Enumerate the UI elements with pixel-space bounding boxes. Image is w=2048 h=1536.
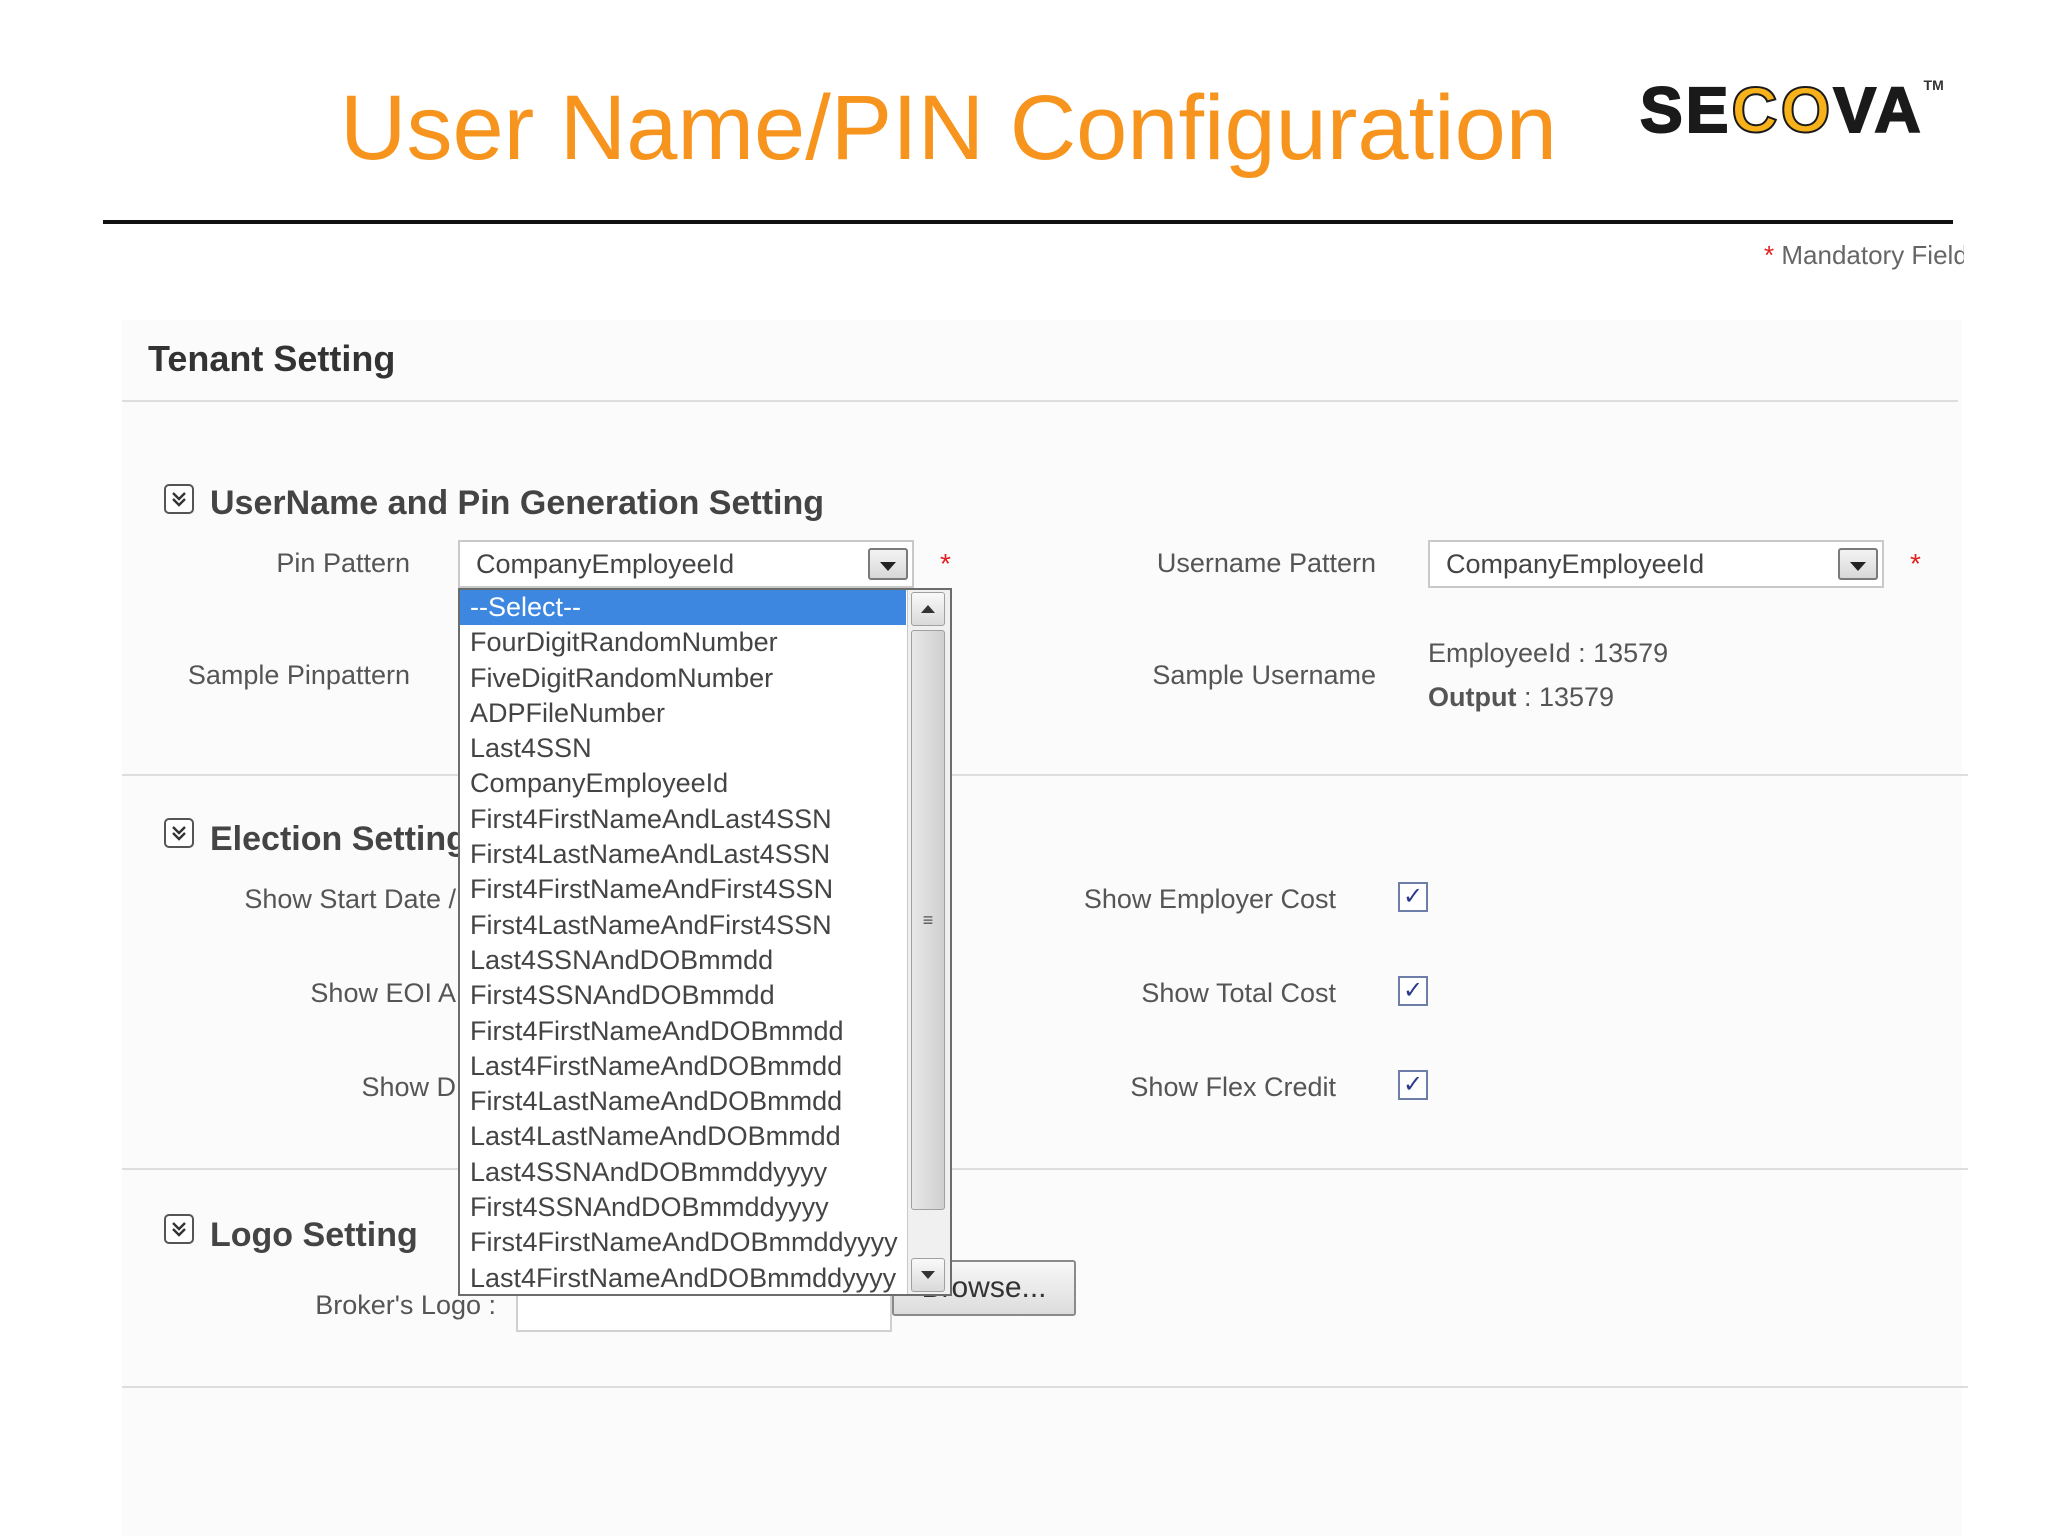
title-divider — [103, 220, 1953, 224]
dropdown-option[interactable]: First4SSNAndDOBmmddyyyy — [460, 1190, 906, 1225]
secova-logo: SECOVATM — [1639, 77, 1944, 143]
pin-pattern-select[interactable]: CompanyEmployeeId — [458, 540, 914, 588]
show-employer-cost-label: Show Employer Cost — [1083, 884, 1336, 914]
checkmark-icon: ✓ — [1402, 977, 1424, 1004]
show-total-cost-label: Show Total Cost — [1141, 978, 1336, 1008]
scroll-down-arrow-icon[interactable] — [911, 1258, 945, 1292]
logo-section-divider — [122, 1386, 1968, 1388]
sample-username-label: Sample Username — [1152, 660, 1376, 690]
sample-employee-id: EmployeeId : 13579 — [1428, 638, 1668, 669]
logo-section-title: Logo Setting — [210, 1216, 418, 1254]
show-eoi-label: Show EOI A — [310, 978, 456, 1008]
chevron-down-icon[interactable] — [1838, 548, 1878, 580]
show-d-label: Show D — [361, 1072, 456, 1102]
dropdown-option[interactable]: FourDigitRandomNumber — [460, 625, 906, 660]
dropdown-option[interactable]: Last4LastNameAndDOBmmdd — [460, 1119, 906, 1154]
employee-id-label: EmployeeId — [1428, 638, 1571, 668]
scroll-grip-icon: ≡ — [922, 909, 934, 930]
sample-output: Output : 13579 — [1428, 682, 1614, 713]
username-pattern-label: Username Pattern — [1156, 548, 1376, 578]
checkmark-icon: ✓ — [1402, 1071, 1424, 1098]
chevron-double-down-icon[interactable] — [164, 1214, 194, 1244]
dropdown-option[interactable]: Last4FirstNameAndDOBmmddyyyy — [460, 1261, 906, 1294]
tenant-setting-heading: Tenant Setting — [148, 338, 396, 379]
dropdown-option[interactable]: Last4SSNAndDOBmmdd — [460, 943, 906, 978]
dropdown-option[interactable]: CompanyEmployeeId — [460, 766, 906, 801]
dropdown-option[interactable]: Last4SSNAndDOBmmddyyyy — [460, 1155, 906, 1190]
dropdown-option[interactable]: First4FirstNameAndDOBmmdd — [460, 1014, 906, 1049]
dropdown-option[interactable]: First4FirstNameAndFirst4SSN — [460, 872, 906, 907]
checkmark-icon: ✓ — [1402, 883, 1424, 910]
employee-id-value: 13579 — [1593, 638, 1669, 668]
username-pin-section-title: UserName and Pin Generation Setting — [210, 484, 825, 522]
show-employer-cost-checkbox[interactable]: ✓ — [1398, 882, 1428, 912]
dropdown-option[interactable]: First4LastNameAndDOBmmdd — [460, 1084, 906, 1119]
dropdown-option[interactable]: First4FirstNameAndLast4SSN — [460, 802, 906, 837]
dropdown-option[interactable]: First4LastNameAndFirst4SSN — [460, 908, 906, 943]
employee-id-sep: : — [1570, 638, 1594, 668]
scroll-up-arrow-icon[interactable] — [911, 592, 945, 626]
mandatory-text: Mandatory Field — [1781, 240, 1964, 270]
username-pattern-value: CompanyEmployeeId — [1446, 548, 1705, 579]
dropdown-option[interactable]: Last4SSN — [460, 731, 906, 766]
tenant-divider — [122, 400, 1958, 402]
show-flex-credit-label: Show Flex Credit — [1130, 1072, 1336, 1102]
show-flex-credit-checkbox[interactable]: ✓ — [1398, 1070, 1428, 1100]
logo-text-part3: VA — [1832, 74, 1924, 146]
slide-title: User Name/PIN Configuration — [340, 77, 1557, 179]
chevron-double-down-icon[interactable] — [164, 818, 194, 848]
dropdown-option[interactable]: ADPFileNumber — [460, 696, 906, 731]
logo-trademark: TM — [1923, 77, 1944, 93]
mandatory-field-note: * Mandatory Field — [1764, 240, 1964, 271]
show-start-date-label: Show Start Date / — [244, 884, 456, 914]
pin-pattern-value: CompanyEmployeeId — [476, 548, 735, 579]
brokers-logo-file-input[interactable] — [516, 1292, 892, 1332]
username-pattern-select[interactable]: CompanyEmployeeId — [1428, 540, 1884, 588]
dropdown-option[interactable]: --Select-- — [460, 590, 906, 626]
pin-pattern-label: Pin Pattern — [276, 548, 410, 578]
logo-text-part2: CO — [1730, 74, 1834, 146]
pin-pattern-required-star: * — [940, 548, 951, 579]
sample-pinpattern-label: Sample Pinpattern — [187, 660, 410, 690]
dropdown-option[interactable]: First4FirstNameAndDOBmmddyyyy — [460, 1225, 906, 1260]
show-total-cost-checkbox[interactable]: ✓ — [1398, 976, 1428, 1006]
dropdown-option[interactable]: First4SSNAndDOBmmdd — [460, 978, 906, 1013]
dropdown-option[interactable]: FiveDigitRandomNumber — [460, 661, 906, 696]
election-section-divider — [122, 1168, 1968, 1170]
scrollbar-thumb[interactable]: ≡ — [911, 630, 945, 1210]
chevron-double-down-icon[interactable] — [164, 484, 194, 514]
output-value: 13579 — [1538, 682, 1615, 712]
output-sep: : — [1516, 682, 1539, 712]
pin-pattern-options: --Select-- FourDigitRandomNumber FiveDigit… — [460, 590, 950, 1294]
dropdown-scrollbar[interactable]: ≡ — [907, 590, 950, 1294]
output-label: Output — [1428, 682, 1517, 712]
username-section-divider — [122, 774, 1968, 776]
username-pattern-required-star: * — [1910, 548, 1921, 579]
dropdown-option[interactable]: Last4FirstNameAndDOBmmdd — [460, 1049, 906, 1084]
mandatory-star: * — [1764, 240, 1775, 270]
logo-text-part1: SE — [1639, 74, 1732, 146]
dropdown-option[interactable]: First4LastNameAndLast4SSN — [460, 837, 906, 872]
election-section-title: Election Setting — [210, 820, 467, 858]
pin-pattern-dropdown-list[interactable]: --Select-- FourDigitRandomNumber FiveDigit… — [458, 588, 952, 1296]
chevron-down-icon[interactable] — [868, 548, 908, 580]
